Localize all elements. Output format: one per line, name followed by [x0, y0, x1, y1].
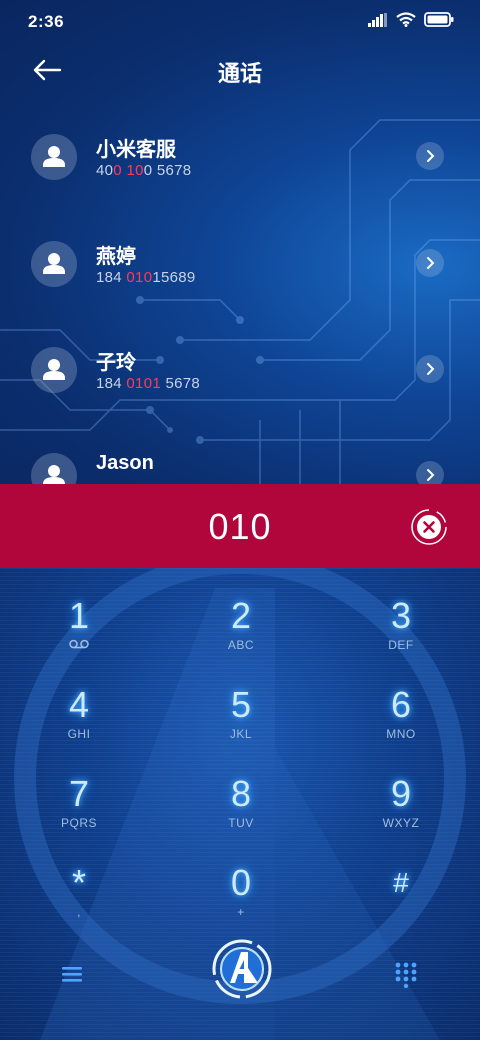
- bottom-bar: [0, 930, 480, 1014]
- contact-item[interactable]: 燕婷 184 01015689: [0, 229, 480, 299]
- chevron-right-icon: [427, 257, 435, 269]
- contact-item[interactable]: Jason: [0, 441, 480, 484]
- key-6[interactable]: 6 MNO: [351, 685, 451, 765]
- person-icon: [43, 146, 65, 167]
- avatar: [31, 453, 77, 484]
- contact-number: 184 0101 5678: [96, 375, 201, 392]
- key-4[interactable]: 4 GHI: [29, 685, 129, 765]
- signal-icon: [368, 12, 387, 27]
- wifi-icon: [396, 12, 416, 27]
- key-7[interactable]: 7 PQRS: [29, 774, 129, 854]
- contact-name: Jason: [96, 452, 154, 474]
- keypad-grid-icon[interactable]: [392, 960, 420, 988]
- avatar: [31, 241, 77, 287]
- contact-detail-button[interactable]: [416, 249, 444, 277]
- key-1[interactable]: 1: [29, 596, 129, 676]
- person-icon: [43, 465, 65, 484]
- page-title: 通话: [217, 61, 262, 86]
- contact-item[interactable]: 小米客服 400 100 5678: [0, 122, 480, 192]
- key-5[interactable]: 5 JKL: [191, 685, 291, 765]
- contact-detail-button[interactable]: [416, 142, 444, 170]
- contact-number: 184 01015689: [96, 269, 196, 286]
- contact-number: 400 100 5678: [96, 162, 192, 179]
- avengers-dial-icon[interactable]: [211, 938, 273, 1000]
- dial-input-bar: 010: [0, 484, 480, 568]
- menu-icon[interactable]: [58, 962, 86, 986]
- header: 通话: [0, 48, 480, 92]
- avatar: [31, 134, 77, 180]
- status-time: 2:36: [28, 12, 65, 31]
- contact-name: 小米客服: [96, 139, 176, 161]
- battery-icon: [424, 12, 454, 27]
- avatar: [31, 347, 77, 393]
- contact-name: 燕婷: [96, 246, 136, 268]
- key-2[interactable]: 2 ABC: [191, 596, 291, 676]
- contact-detail-button[interactable]: [416, 461, 444, 484]
- person-icon: [43, 359, 65, 380]
- person-icon: [43, 253, 65, 274]
- key-9[interactable]: 9 WXYZ: [351, 774, 451, 854]
- contact-item[interactable]: 子玲 184 0101 5678: [0, 335, 480, 405]
- clear-icon[interactable]: [410, 508, 448, 546]
- chevron-right-icon: [427, 150, 435, 162]
- chevron-right-icon: [427, 363, 435, 375]
- key-8[interactable]: 8 TUV: [191, 774, 291, 854]
- voicemail-icon: [69, 639, 89, 649]
- key-3[interactable]: 3 DEF: [351, 596, 451, 676]
- contacts-section: 2:36 通话 小米客服 400 100 5678 燕婷 184 0101568…: [0, 0, 480, 484]
- chevron-right-icon: [427, 469, 435, 481]
- status-bar: 2:36: [0, 0, 480, 40]
- contact-name: 子玲: [96, 352, 136, 374]
- dialed-number: 010: [208, 506, 272, 547]
- contact-detail-button[interactable]: [416, 355, 444, 383]
